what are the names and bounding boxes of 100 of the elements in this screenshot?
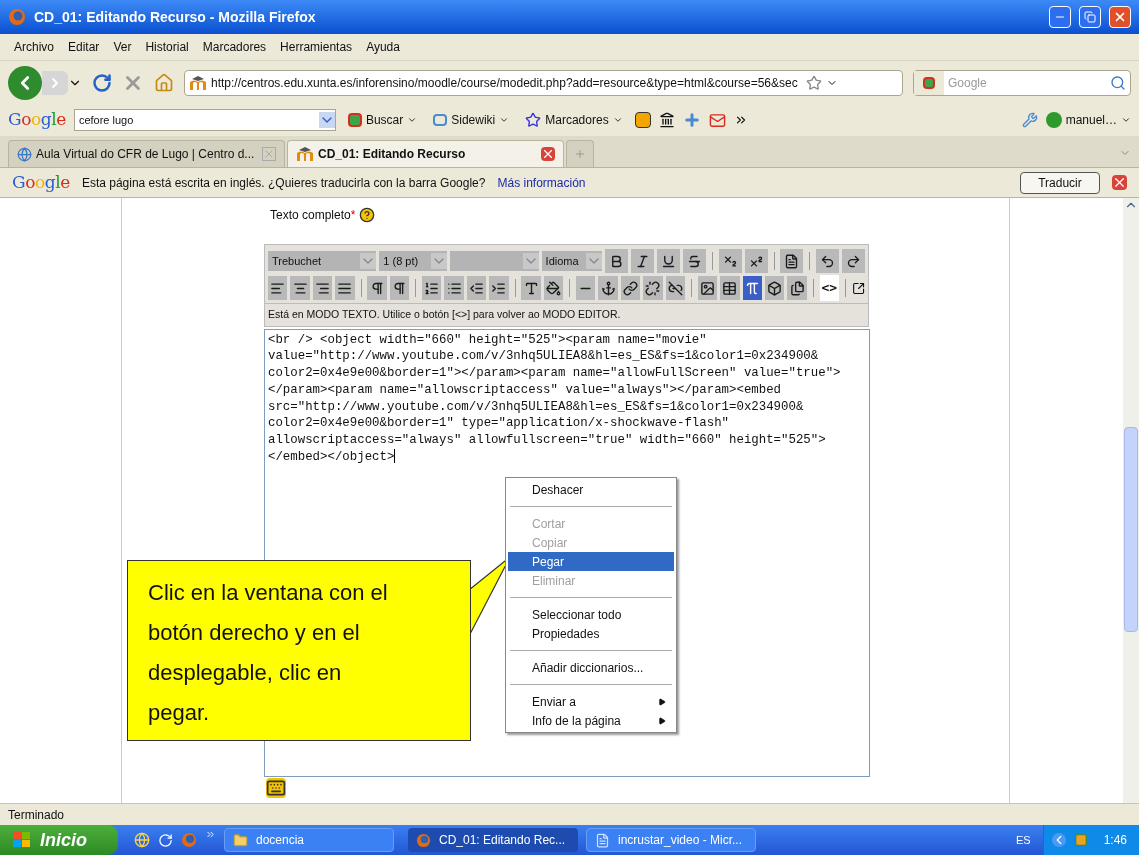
help-icon[interactable]: [359, 207, 376, 223]
menu-item[interactable]: Archivo: [14, 38, 54, 56]
wrench-icon[interactable]: [1021, 112, 1038, 128]
bullet-list-icon[interactable]: [444, 276, 464, 300]
no-link-icon[interactable]: [665, 276, 686, 300]
context-menu-item[interactable]: Pegar: [508, 552, 674, 571]
menu-item[interactable]: Historial: [145, 38, 189, 56]
indent-icon[interactable]: [489, 276, 509, 300]
input-language[interactable]: ES: [1015, 831, 1031, 849]
firefox-icon: [416, 832, 431, 848]
text-color-icon[interactable]: [521, 276, 541, 300]
paste-icon[interactable]: [787, 276, 807, 300]
undo-icon[interactable]: [816, 249, 840, 273]
browser-tab[interactable]: CD_01: Editando Recurso: [287, 140, 564, 167]
menu-item[interactable]: Ver: [113, 38, 132, 56]
context-menu-item[interactable]: Deshacer: [508, 480, 674, 499]
expand-tray-icon[interactable]: [1051, 833, 1066, 847]
scrollbar-thumb[interactable]: [1124, 427, 1138, 632]
toolbar-button[interactable]: Buscar: [343, 111, 422, 129]
reload-icon[interactable]: [92, 72, 112, 93]
status-text: Terminado: [8, 806, 65, 824]
pi-icon[interactable]: [742, 276, 763, 300]
plus-icon: [574, 148, 586, 160]
right-to-left-icon[interactable]: [389, 276, 410, 300]
context-menu-item[interactable]: Añadir diccionarios...: [508, 658, 674, 677]
start-button[interactable]: Inicio: [0, 825, 118, 855]
windows-logo-icon: [12, 831, 32, 849]
folder-icon: [233, 832, 248, 848]
toolbar-search-field[interactable]: cefore lugo: [73, 109, 336, 131]
word-document-icon[interactable]: [780, 249, 804, 273]
clock: 1:46: [1103, 832, 1127, 849]
more-info-link[interactable]: Más información: [497, 173, 586, 192]
text-cursor: [394, 449, 396, 464]
size-select[interactable]: 1 (8 pt): [379, 251, 448, 271]
unlink-icon[interactable]: [643, 276, 663, 300]
firefox-icon: [8, 8, 26, 26]
superscript-icon[interactable]: [744, 249, 768, 273]
toolbar-button[interactable]: Sidewiki: [429, 111, 514, 129]
bold-icon[interactable]: [605, 249, 629, 273]
refresh-icon[interactable]: [158, 832, 173, 848]
account-button[interactable]: manuel…: [1045, 111, 1131, 129]
document-icon: [595, 832, 610, 848]
align-center-icon[interactable]: [290, 276, 310, 300]
google-logo: Google: [12, 170, 70, 194]
subscript-icon[interactable]: [718, 249, 742, 273]
background-color-icon[interactable]: [543, 276, 564, 300]
address-bar[interactable]: http://centros.edu.xunta.es/inforensino/moodle/course/modedit.php?add=resource&type=html&course=56&sec: [184, 69, 903, 96]
italic-icon[interactable]: [631, 249, 655, 273]
tab-close-icon[interactable]: [541, 147, 555, 161]
taskbar-button[interactable]: docencia: [224, 828, 394, 852]
translate-button[interactable]: Traducir: [1020, 171, 1100, 194]
table-icon[interactable]: [720, 276, 740, 300]
numbered-list-icon[interactable]: [422, 276, 442, 300]
back-button[interactable]: [8, 65, 42, 100]
strikethrough-icon[interactable]: [682, 249, 706, 273]
menu-item[interactable]: Marcadores: [202, 38, 267, 56]
plus-icon[interactable]: [682, 111, 701, 129]
context-menu-item[interactable]: Seleccionar todo: [508, 605, 674, 624]
mail-icon[interactable]: [708, 111, 726, 129]
underline-icon[interactable]: [657, 249, 680, 273]
language-select[interactable]: Idioma: [541, 251, 603, 271]
justify-icon[interactable]: [335, 276, 355, 300]
scrollbar[interactable]: [1123, 198, 1139, 803]
link-icon[interactable]: [620, 276, 641, 300]
globe-icon[interactable]: [134, 832, 150, 848]
maximize-button[interactable]: [1079, 6, 1101, 28]
cube-icon[interactable]: [765, 276, 785, 300]
taskbar-button[interactable]: incrustar_video - Micr...: [586, 828, 756, 852]
keyboard-icon[interactable]: [266, 777, 286, 798]
html-mode-toggle[interactable]: <>: [819, 275, 840, 301]
bank-icon[interactable]: [658, 112, 675, 128]
close-icon: [1113, 10, 1127, 24]
search-engine-icon[interactable]: [914, 70, 944, 95]
minimize-button[interactable]: [1049, 6, 1071, 28]
bookmark-star-icon[interactable]: [805, 74, 822, 91]
context-menu-item[interactable]: Propiedades: [508, 624, 674, 643]
globe-icon: [17, 146, 32, 162]
close-icon[interactable]: [1112, 175, 1127, 190]
window-title: CD_01: Editando Recurso - Mozilla Firefox: [34, 7, 317, 27]
menu-item[interactable]: Editar: [68, 38, 100, 56]
context-menu-item[interactable]: Info de la página: [508, 711, 674, 730]
context-menu-item[interactable]: Enviar a: [508, 692, 674, 711]
anchor-icon[interactable]: [598, 276, 618, 300]
site-icon: [296, 146, 314, 162]
outdent-icon[interactable]: [466, 276, 487, 300]
image-icon[interactable]: [697, 276, 718, 300]
align-right-icon[interactable]: [312, 276, 333, 300]
google-logo: Google: [8, 108, 66, 132]
search-icon[interactable]: [1110, 74, 1126, 91]
redo-icon[interactable]: [842, 249, 865, 273]
align-left-icon[interactable]: [268, 276, 288, 300]
taskbar-button[interactable]: CD_01: Editando Rec...: [408, 828, 578, 852]
font-select[interactable]: Trebuchet: [268, 251, 377, 271]
browser-tab[interactable]: Aula Virtual do CFR de Lugo | Centro d...: [8, 140, 285, 167]
menu-item[interactable]: Ayuda: [366, 38, 400, 56]
close-button[interactable]: [1109, 6, 1131, 28]
menu-item[interactable]: Herramientas: [280, 38, 353, 56]
left-to-right-icon[interactable]: [367, 276, 387, 300]
toolbar-button[interactable]: Marcadores: [521, 111, 627, 129]
url-text: http://centros.edu.xunta.es/inforensino/moodle/course/modedit.php?add=resource&type=html&course=56&sec: [211, 74, 798, 92]
